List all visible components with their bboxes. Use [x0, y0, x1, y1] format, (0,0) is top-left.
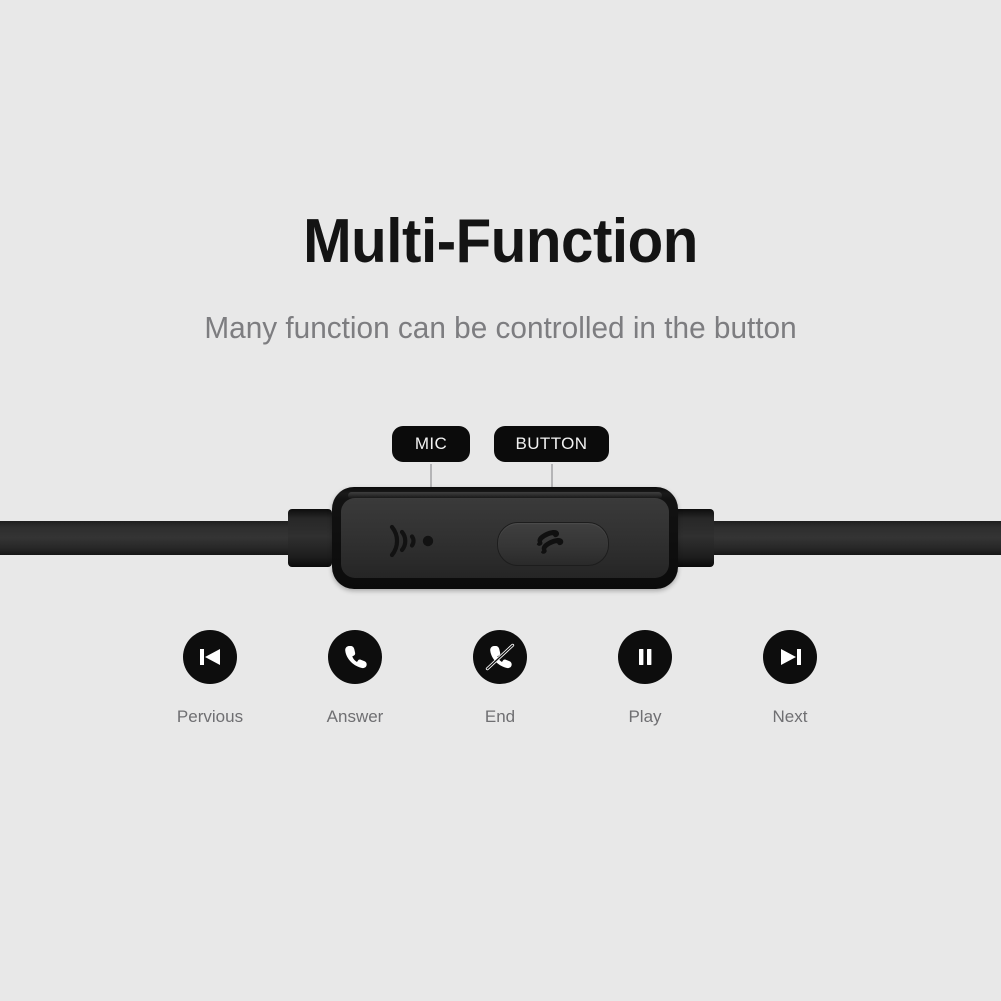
callout-badge-button: BUTTON: [494, 426, 609, 462]
pause-icon: [618, 630, 672, 684]
function-item-end[interactable]: End: [440, 630, 560, 728]
page-title: Multi-Function: [303, 207, 698, 276]
function-item-previous[interactable]: Pervious: [150, 630, 270, 728]
function-label: Pervious: [176, 707, 244, 726]
cable-segment-left: [0, 521, 300, 555]
function-label: End: [484, 707, 516, 726]
infographic-canvas: Multi-Function Many function can be cont…: [0, 0, 1001, 1001]
phone-hangup-icon: [473, 630, 527, 684]
function-item-answer[interactable]: Answer: [295, 630, 415, 728]
skip-next-icon: [763, 630, 817, 684]
page-subtitle: Many function can be controlled in the b…: [204, 310, 797, 345]
callout-badge-mic: MIC: [392, 426, 470, 462]
skip-previous-icon: [183, 630, 237, 684]
call-button[interactable]: [497, 522, 609, 566]
cable-segment-right: [702, 521, 1001, 555]
phone-answer-icon: [328, 630, 382, 684]
function-label: Play: [628, 707, 662, 726]
function-label: Next: [772, 707, 808, 726]
function-item-play[interactable]: Play: [585, 630, 705, 728]
function-icon-row: Pervious Answer End Play Next: [150, 630, 850, 750]
function-label: Answer: [326, 707, 384, 726]
cable-strain-relief-left: [288, 509, 332, 567]
mic-waves-icon: [380, 518, 442, 564]
phone-handset-icon: [531, 526, 575, 562]
function-item-next[interactable]: Next: [730, 630, 850, 728]
module-highlight: [348, 492, 662, 499]
